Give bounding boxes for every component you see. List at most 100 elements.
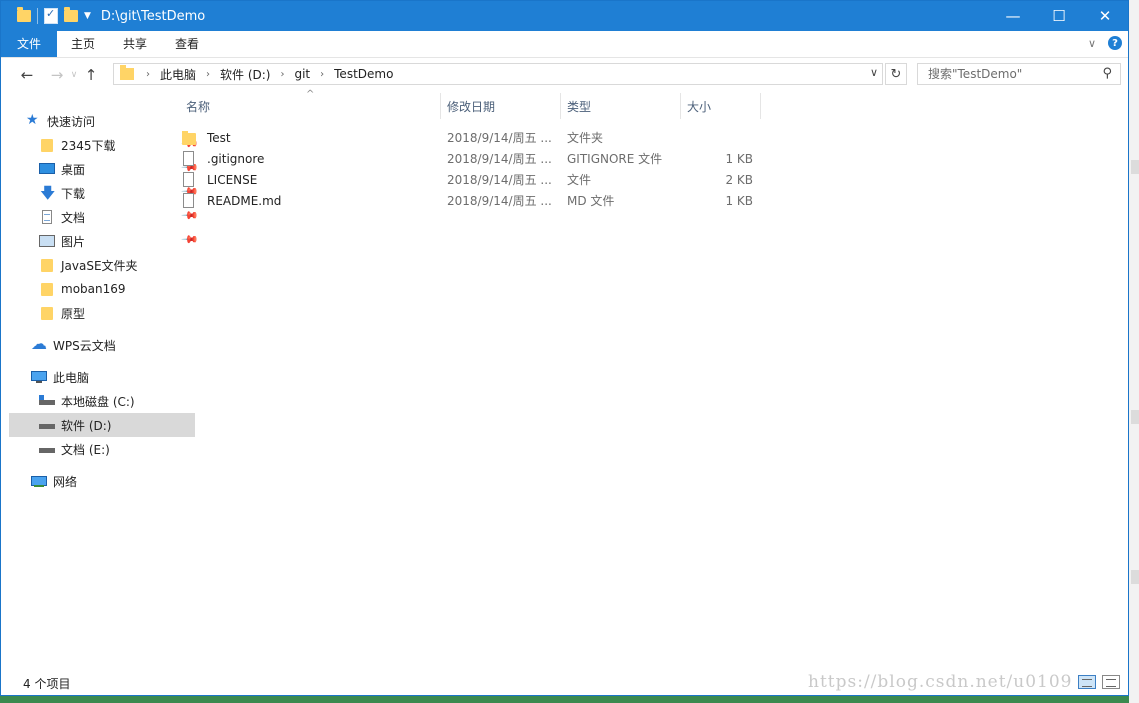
file-name: LICENSE <box>207 172 258 187</box>
folder-icon <box>39 305 55 321</box>
breadcrumb-git[interactable]: git <box>288 67 316 81</box>
window-title: D:\git\TestDemo <box>100 8 206 24</box>
sidebar-item-label: 文档 (E:) <box>61 442 110 457</box>
search-box[interactable]: ⚲ <box>917 63 1121 85</box>
sidebar-item-label: 此电脑 <box>53 370 90 385</box>
sidebar-item-label: 图片 <box>61 234 86 249</box>
forward-button[interactable]: → <box>45 66 69 84</box>
column-header-date[interactable]: 修改日期 <box>441 93 561 119</box>
sidebar-item-quick-access[interactable]: 快速访问 <box>1 109 189 133</box>
search-icon[interactable]: ⚲ <box>1102 66 1112 81</box>
drive-icon <box>39 441 55 457</box>
search-input[interactable] <box>928 67 1093 81</box>
table-row[interactable]: README.md 2018/9/14/周五 ... MD 文件 1 KB <box>181 190 766 211</box>
folder-icon <box>17 7 31 22</box>
column-header-size[interactable]: 大小 <box>681 93 761 119</box>
breadcrumb-testdemo[interactable]: TestDemo <box>328 67 399 81</box>
chevron-right-icon[interactable]: › <box>316 69 328 80</box>
file-type: 文件 <box>567 173 592 187</box>
watermark: https://blog.csdn.net/u0109 <box>808 672 1073 692</box>
address-bar[interactable]: › 此电脑 › 软件 (D:) › git › TestDemo ∨ <box>113 63 883 85</box>
file-date: 2018/9/14/周五 ... <box>447 173 552 187</box>
tab-home[interactable]: 主页 <box>57 31 109 57</box>
folder-icon <box>120 65 134 80</box>
drive-icon <box>39 417 55 433</box>
table-row[interactable]: Test 2018/9/14/周五 ... 文件夹 <box>181 127 766 148</box>
breadcrumb-drive-d[interactable]: 软件 (D:) <box>214 66 276 83</box>
sidebar-item-label: moban169 <box>61 282 126 296</box>
tab-view[interactable]: 查看 <box>161 31 213 57</box>
sidebar-item-this-pc[interactable]: 此电脑 <box>1 365 195 389</box>
file-name: README.md <box>207 193 282 208</box>
details-view-button[interactable] <box>1078 675 1096 689</box>
up-button[interactable]: ↑ <box>79 66 103 84</box>
recent-locations-icon[interactable]: ∨ <box>69 70 79 80</box>
explorer-window: ▼ D:\git\TestDemo — ☐ ✕ 文件 主页 共享 查看 ∨ ? … <box>0 0 1129 696</box>
large-icons-view-button[interactable] <box>1102 675 1120 689</box>
star-icon <box>25 112 41 129</box>
sidebar-item-label: 下载 <box>61 186 86 201</box>
quick-access-toolbar: ▼ <box>1 7 91 24</box>
sidebar-item-wps-cloud[interactable]: WPS云文档 <box>1 333 195 357</box>
sidebar-item-label: WPS云文档 <box>53 338 116 353</box>
file-size: 1 KB <box>725 151 753 166</box>
cloud-icon <box>31 334 47 353</box>
file-name: .gitignore <box>207 151 265 166</box>
sidebar-item-network[interactable]: 网络 <box>1 469 195 493</box>
tab-file[interactable]: 文件 <box>1 31 58 57</box>
sidebar-item-label: 快速访问 <box>47 114 96 129</box>
chevron-right-icon[interactable]: › <box>202 69 214 80</box>
file-type: 文件夹 <box>567 131 604 145</box>
address-dropdown-icon[interactable]: ∨ <box>870 66 878 79</box>
file-icon <box>181 150 197 167</box>
expand-ribbon-icon[interactable]: ∨ <box>1088 37 1096 50</box>
minimize-button[interactable]: — <box>990 1 1036 31</box>
sidebar-item-label: 桌面 <box>61 162 86 177</box>
back-button[interactable]: ← <box>15 66 39 84</box>
folder-icon <box>39 137 55 153</box>
system-drive-icon <box>39 393 55 409</box>
navigation-pane: 快速访问 2345下载 📌 桌面 📌 下载 📌 文档 📌 图片 📌 <box>1 93 200 669</box>
file-list: ^ 名称 修改日期 类型 大小 Test 2018/9/14/周五 ... 文件… <box>168 89 1128 669</box>
customize-dropdown-icon[interactable]: ▼ <box>84 11 91 21</box>
table-row[interactable]: LICENSE 2018/9/14/周五 ... 文件 2 KB <box>181 169 766 190</box>
ribbon-tabs: 文件 主页 共享 查看 ∨ ? <box>1 31 1128 58</box>
sidebar-item-label: 本地磁盘 (C:) <box>61 394 135 409</box>
properties-icon[interactable] <box>44 7 58 24</box>
computer-icon <box>31 369 47 385</box>
maximize-button[interactable]: ☐ <box>1036 1 1082 31</box>
network-icon <box>31 473 47 489</box>
file-icon <box>181 171 197 188</box>
pictures-icon <box>39 233 55 249</box>
file-size: 1 KB <box>725 193 753 208</box>
toolbar-divider <box>37 8 38 24</box>
help-icon[interactable]: ? <box>1108 36 1122 50</box>
item-count: 4 个项目 <box>23 676 71 691</box>
chevron-right-icon[interactable]: › <box>276 69 288 80</box>
tab-share[interactable]: 共享 <box>109 31 161 57</box>
folder-icon <box>181 130 197 146</box>
navigation-bar: ← → ∨ ↑ › 此电脑 › 软件 (D:) › git › TestDemo… <box>1 58 1128 92</box>
new-folder-icon[interactable] <box>64 7 78 22</box>
column-header-type[interactable]: 类型 <box>561 93 681 119</box>
file-type: MD 文件 <box>567 194 615 208</box>
close-button[interactable]: ✕ <box>1082 1 1128 31</box>
document-icon <box>39 209 55 225</box>
file-size: 2 KB <box>725 172 753 187</box>
file-type: GITIGNORE 文件 <box>567 152 663 166</box>
background-window-strip <box>1129 0 1139 703</box>
table-row[interactable]: .gitignore 2018/9/14/周五 ... GITIGNORE 文件… <box>181 148 766 169</box>
chevron-right-icon[interactable]: › <box>142 69 154 80</box>
download-icon <box>39 183 55 208</box>
window-controls: — ☐ ✕ <box>990 1 1128 31</box>
file-icon <box>181 192 197 209</box>
title-bar[interactable]: ▼ D:\git\TestDemo — ☐ ✕ <box>1 1 1128 31</box>
folder-icon <box>39 257 55 273</box>
refresh-button[interactable]: ↻ <box>885 63 907 85</box>
breadcrumb-this-pc[interactable]: 此电脑 <box>154 66 202 83</box>
folder-icon <box>39 281 55 297</box>
column-header-name[interactable]: 名称 <box>168 93 441 119</box>
sidebar-item-label: 网络 <box>53 474 78 489</box>
sidebar-item-label: 2345下载 <box>61 138 116 153</box>
file-date: 2018/9/14/周五 ... <box>447 131 552 145</box>
